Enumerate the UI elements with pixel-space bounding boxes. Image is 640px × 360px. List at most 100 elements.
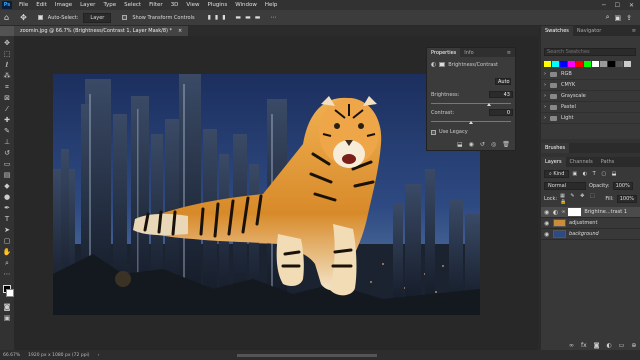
minimize-icon[interactable]: ─: [602, 2, 606, 9]
color-swatch[interactable]: [608, 61, 615, 67]
color-swatch[interactable]: [568, 61, 575, 67]
color-swatch[interactable]: [544, 61, 551, 67]
move-tool-icon[interactable]: ✥: [20, 13, 27, 22]
swatch-folder-light[interactable]: › Light: [541, 113, 640, 124]
color-swatch[interactable]: [592, 61, 599, 67]
menu-window[interactable]: Window: [231, 2, 261, 8]
layer-name[interactable]: background: [569, 231, 599, 237]
eye-icon[interactable]: ◉: [544, 220, 550, 227]
eye-icon[interactable]: ◉: [544, 231, 550, 238]
contrast-input[interactable]: 0: [489, 109, 513, 116]
delete-icon[interactable]: 🗑: [502, 141, 510, 148]
menu-select[interactable]: Select: [120, 2, 145, 8]
layer-name[interactable]: Brightne...trast 1: [584, 209, 627, 215]
marquee-tool-icon[interactable]: ⬚: [3, 50, 12, 59]
document-tab[interactable]: zoomin.jpg @ 66.7% (Brightness/Contrast …: [14, 26, 189, 36]
auto-select-dropdown[interactable]: Layer: [83, 12, 112, 23]
home-icon[interactable]: ⌂: [4, 13, 9, 22]
tab-info[interactable]: Info: [460, 50, 477, 56]
add-mask-icon[interactable]: ◙: [594, 342, 600, 349]
layer-row-background[interactable]: ◉ background: [541, 229, 640, 240]
menu-help[interactable]: Help: [261, 2, 282, 8]
dodge-tool-icon[interactable]: ●: [3, 193, 12, 202]
history-brush-tool-icon[interactable]: ↺: [3, 149, 12, 158]
layer-name[interactable]: adjustment: [569, 220, 597, 226]
menu-edit[interactable]: Edit: [32, 2, 51, 8]
tab-layers[interactable]: Layers: [541, 157, 566, 167]
maximize-icon[interactable]: ☐: [615, 2, 620, 9]
auto-select-checkbox[interactable]: [37, 15, 43, 20]
brightness-slider-thumb[interactable]: [487, 103, 492, 106]
pen-tool-icon[interactable]: ✒: [3, 204, 12, 213]
workspace-icon[interactable]: ▣: [615, 14, 622, 22]
use-legacy-checkbox[interactable]: [431, 129, 436, 135]
eye-icon[interactable]: ◉: [544, 209, 550, 216]
tab-brushes[interactable]: Brushes: [541, 143, 570, 153]
type-tool-icon[interactable]: T: [3, 215, 12, 224]
contrast-slider-thumb[interactable]: [469, 121, 473, 124]
horizontal-scrollbar[interactable]: [237, 353, 378, 357]
swatch-folder-pastel[interactable]: › Pastel: [541, 102, 640, 113]
search-swatches-input[interactable]: [544, 48, 636, 56]
menu-view[interactable]: View: [182, 2, 203, 8]
visibility-icon[interactable]: ◎: [491, 141, 496, 148]
rectangle-tool-icon[interactable]: ▢: [3, 237, 12, 246]
hand-tool-icon[interactable]: ✋: [3, 248, 12, 257]
brush-tool-icon[interactable]: ✎: [3, 127, 12, 136]
lock-icons[interactable]: ▦ ✎ ✥ ⬚ 🔒: [560, 193, 602, 205]
status-arrow-icon[interactable]: ›: [98, 353, 100, 358]
brightness-input[interactable]: 43: [489, 91, 513, 98]
layer-row-adjustment-image[interactable]: ◉ adjustment: [541, 218, 640, 229]
color-swatch[interactable]: [616, 61, 623, 67]
path-select-tool-icon[interactable]: ➤: [3, 226, 12, 235]
eyedropper-tool-icon[interactable]: ⁄: [3, 105, 12, 114]
menu-image[interactable]: Image: [51, 2, 76, 8]
quick-mask-icon[interactable]: ◙: [3, 303, 12, 312]
tab-swatches[interactable]: Swatches: [541, 26, 573, 36]
menu-filter[interactable]: Filter: [145, 2, 167, 8]
tab-paths[interactable]: Paths: [597, 159, 619, 165]
swatches-menu-icon[interactable]: ≡: [628, 28, 640, 34]
layer-row-adjustment[interactable]: ◉ ◐ ∞ Brightne...trast 1: [541, 207, 640, 218]
opacity-input[interactable]: 100%: [612, 182, 633, 190]
kind-filter-dropdown[interactable]: ⌕ Kind: [544, 170, 570, 178]
share-icon[interactable]: ⇪: [626, 14, 632, 22]
clip-to-layer-icon[interactable]: ⬓: [457, 141, 463, 148]
filter-icons[interactable]: ▣ ◐ T ▢ ⬓: [572, 171, 618, 177]
healing-brush-tool-icon[interactable]: ✚: [3, 116, 12, 125]
fill-input[interactable]: 100%: [616, 195, 637, 203]
color-swatch[interactable]: [624, 61, 631, 67]
color-swatch[interactable]: [600, 61, 607, 67]
close-tab-icon[interactable]: ×: [178, 28, 182, 34]
swatch-folder-rgb[interactable]: › RGB: [541, 69, 640, 80]
swatch-folder-grayscale[interactable]: › Grayscale: [541, 91, 640, 102]
clone-stamp-tool-icon[interactable]: ⊥: [3, 138, 12, 147]
menu-file[interactable]: File: [15, 2, 32, 8]
mask-icon[interactable]: [439, 62, 446, 67]
tab-channels[interactable]: Channels: [566, 159, 597, 165]
tab-navigator[interactable]: Navigator: [573, 28, 605, 34]
canvas-image[interactable]: [53, 74, 480, 315]
menu-layer[interactable]: Layer: [76, 2, 99, 8]
new-adjustment-icon[interactable]: ◐: [607, 342, 612, 349]
gradient-tool-icon[interactable]: ▤: [3, 171, 12, 180]
screen-mode-icon[interactable]: ▣: [3, 314, 12, 323]
close-window-icon[interactable]: ✕: [629, 2, 634, 9]
reset-icon[interactable]: ↺: [480, 141, 485, 148]
color-swatch[interactable]: [576, 61, 583, 67]
zoom-level[interactable]: 66.67%: [3, 353, 20, 358]
menu-plugins[interactable]: Plugins: [203, 2, 231, 8]
more-tools-icon[interactable]: ⋯: [3, 270, 12, 279]
blend-mode-dropdown[interactable]: Normal: [544, 182, 586, 190]
swatch-folder-cmyk[interactable]: › CMYK: [541, 80, 640, 91]
color-swatch[interactable]: [552, 61, 559, 67]
frame-tool-icon[interactable]: ⊠: [3, 94, 12, 103]
brightness-slider-track[interactable]: [431, 103, 511, 104]
layer-mask-thumbnail[interactable]: [568, 208, 582, 216]
lasso-tool-icon[interactable]: ℓ: [3, 61, 12, 70]
tab-properties[interactable]: Properties: [427, 48, 461, 57]
transform-controls-checkbox[interactable]: [122, 15, 128, 20]
color-swatch[interactable]: [560, 61, 567, 67]
quick-select-tool-icon[interactable]: ⁂: [3, 72, 12, 81]
new-layer-icon[interactable]: ⊕: [631, 342, 636, 349]
